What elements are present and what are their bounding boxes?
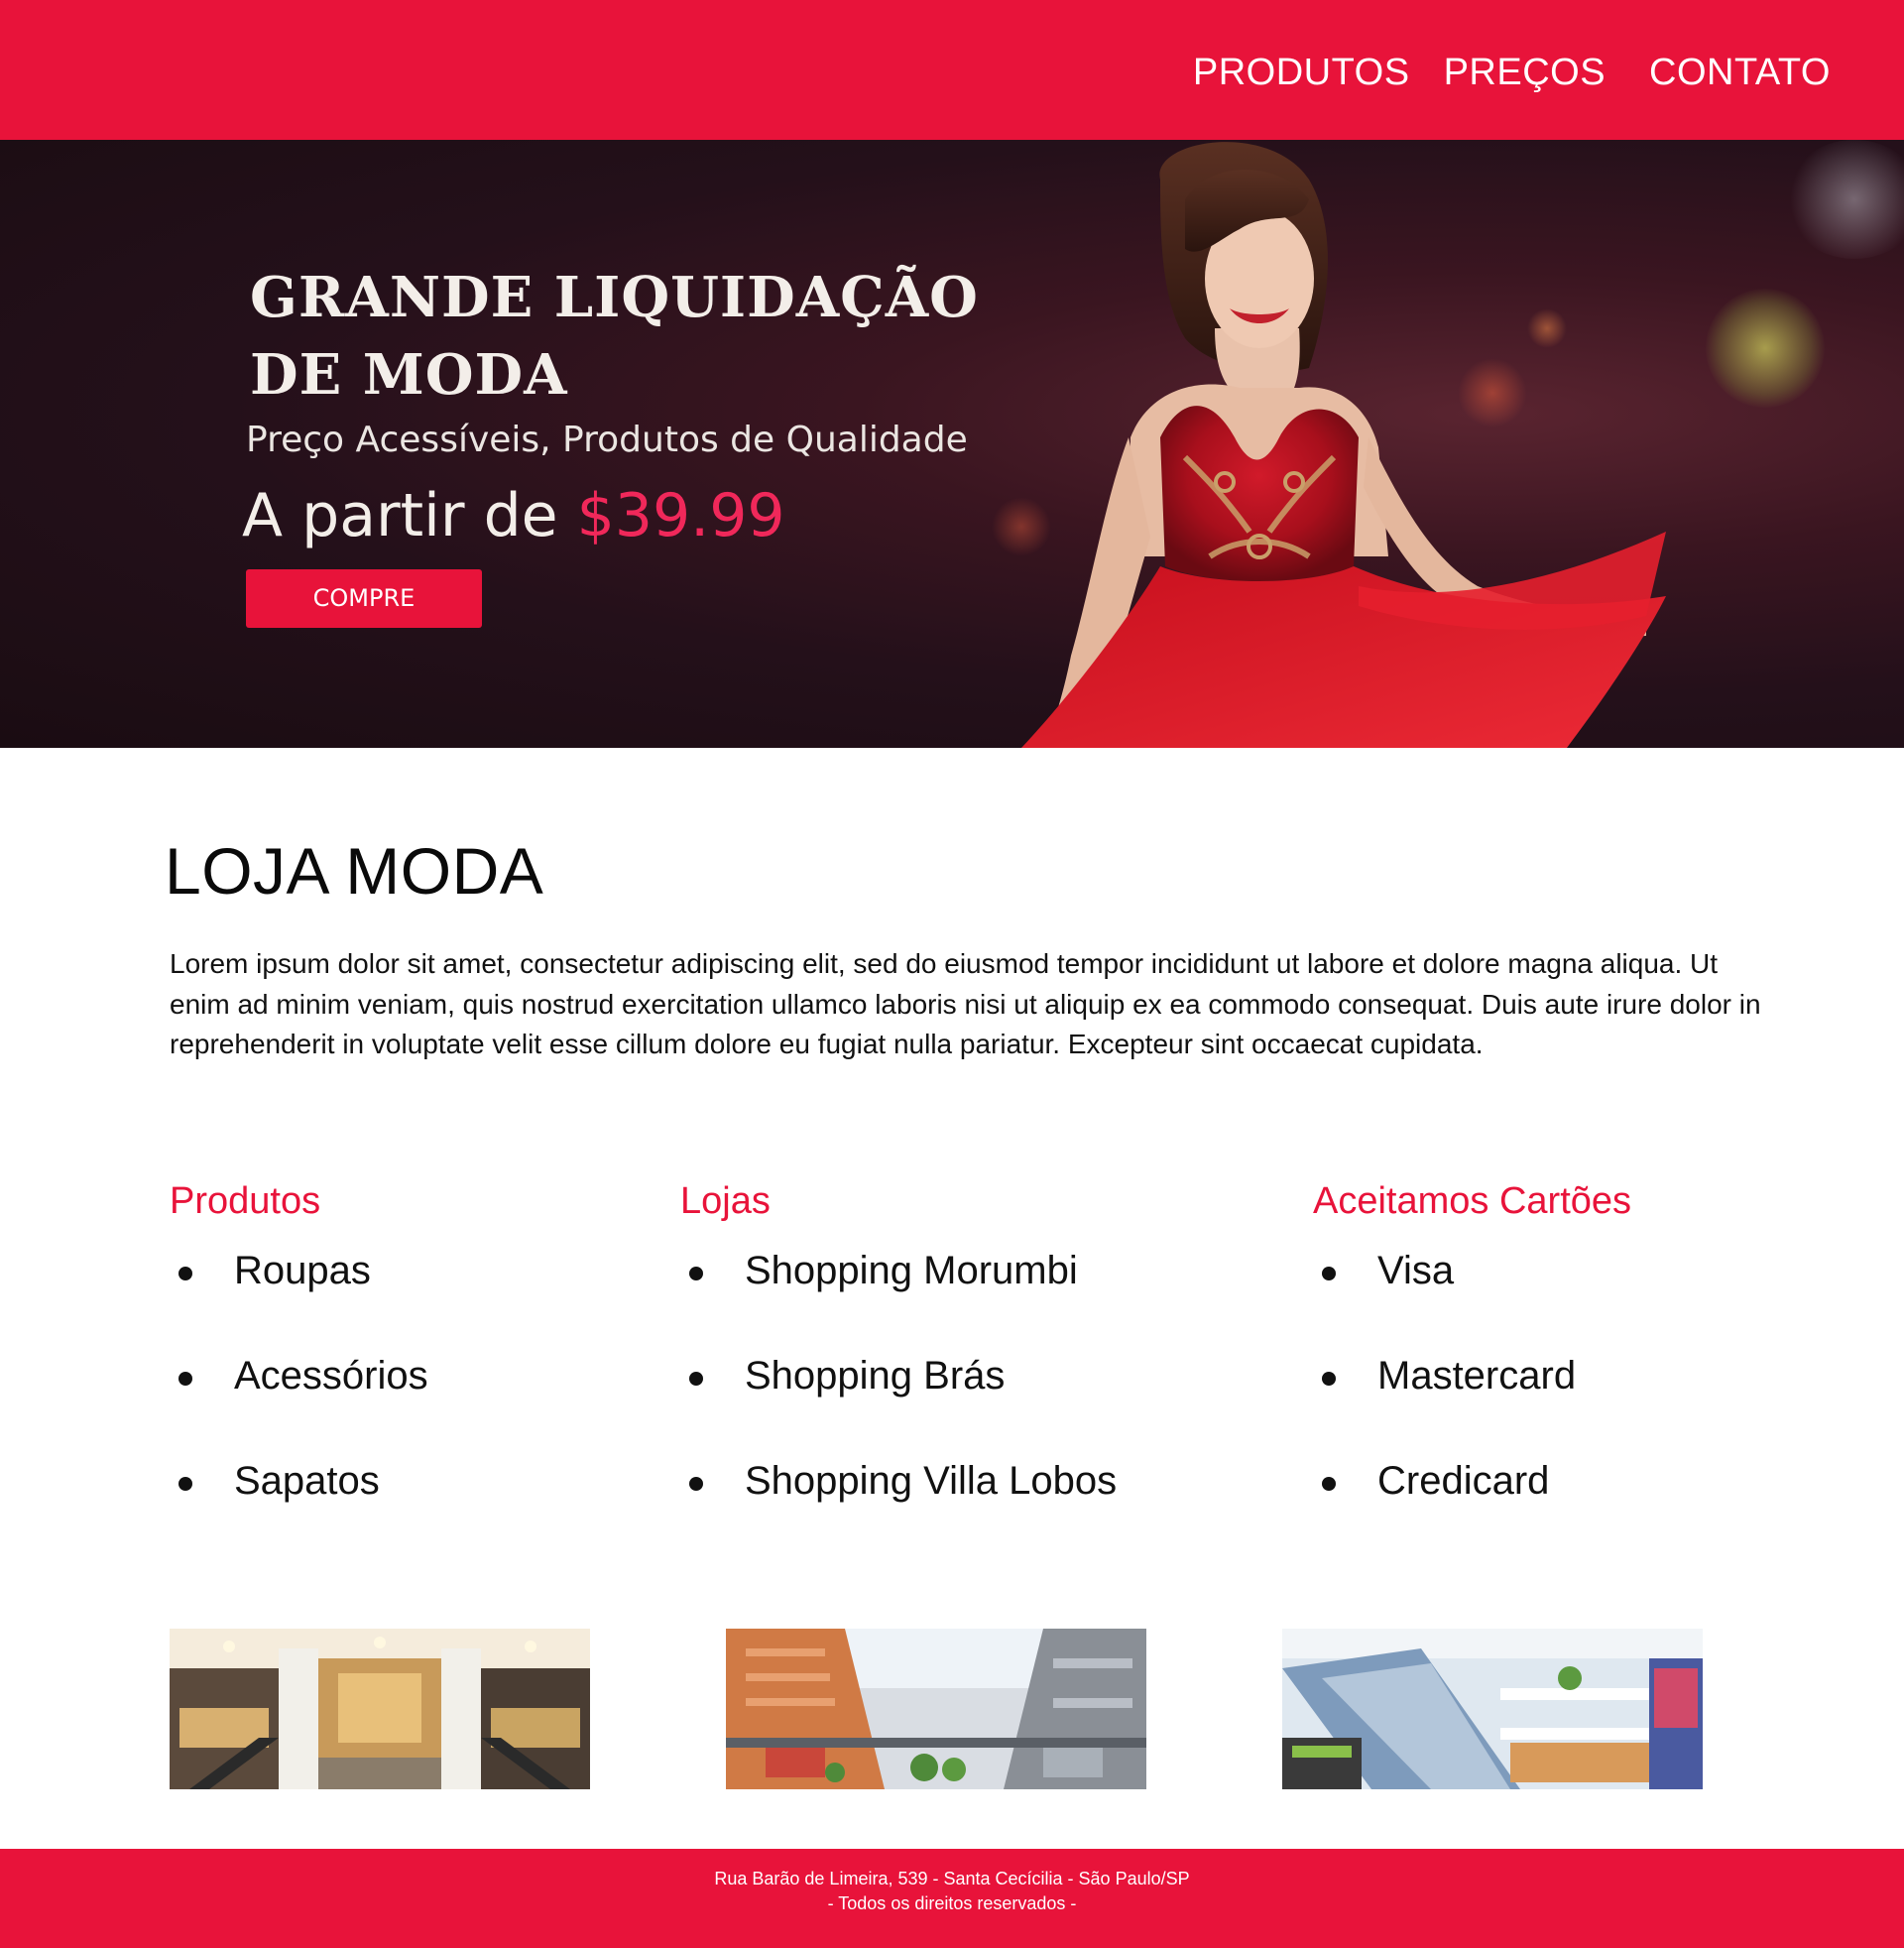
list-item: Roupas [170,1249,428,1354]
list-item: Mastercard [1313,1354,1631,1459]
hero-title-line2: DE MODA [250,342,568,408]
hero-title-line1: GRANDE LIQUIDAÇÃO [250,265,979,330]
bullet-icon [178,1477,192,1491]
bullet-icon [689,1267,703,1280]
list-item: Shopping Brás [680,1354,1117,1459]
bullet-icon [178,1372,192,1386]
stores-heading: Lojas [680,1180,771,1222]
list-item-label: Sapatos [234,1459,380,1503]
nav-link-produtos[interactable]: PRODUTOS [1193,52,1410,94]
bullet-icon [178,1267,192,1280]
list-item-label: Shopping Brás [745,1354,1006,1398]
bullet-icon [1322,1372,1336,1386]
list-item-label: Acessórios [234,1354,428,1398]
stores-column: Lojas Shopping Morumbi Shopping Brás Sho… [680,1180,1117,1564]
list-item: Shopping Morumbi [680,1249,1117,1354]
nav-link-contato[interactable]: CONTATO [1649,52,1831,94]
products-list: Roupas Acessórios Sapatos [170,1249,428,1564]
footer-rights: - Todos os direitos reservados - [827,1893,1077,1913]
bullet-icon [689,1372,703,1386]
list-item-label: Visa [1377,1249,1455,1292]
list-item-label: Shopping Villa Lobos [745,1459,1118,1503]
cards-column: Aceitamos Cartões Visa Mastercard Credic… [1313,1180,1631,1564]
stores-list: Shopping Morumbi Shopping Brás Shopping … [680,1249,1117,1564]
intro-paragraph: Lorem ipsum dolor sit amet, consectetur … [170,948,1761,1059]
mall-photo-2 [726,1629,1146,1789]
list-item: Credicard [1313,1459,1631,1564]
list-item: Shopping Villa Lobos [680,1459,1117,1564]
list-item-label: Mastercard [1377,1354,1577,1398]
bullet-icon [689,1477,703,1491]
hero-model-image [1021,142,1666,748]
list-item-label: Roupas [234,1249,371,1292]
page-title: LOJA MODA [165,834,544,908]
hero-banner: GRANDE LIQUIDAÇÃO DE MODA Preço Acessíve… [0,140,1904,748]
list-item: Acessórios [170,1354,428,1459]
buy-button[interactable]: COMPRE [246,569,482,628]
bullet-icon [1322,1477,1336,1491]
hero-price-prefix: A partir de [242,481,577,550]
nav-link-precos[interactable]: PREÇOS [1444,52,1606,94]
list-item: Sapatos [170,1459,428,1564]
products-heading: Produtos [170,1180,321,1222]
footer-address: Rua Barão de Limeira, 539 - Santa Cecíci… [714,1869,1190,1888]
hero-price-value: $39.99 [576,481,785,550]
main-nav: PRODUTOS PREÇOS CONTATO [1193,52,1831,94]
products-column: Produtos Roupas Acessórios Sapatos [170,1180,428,1564]
site-footer: Rua Barão de Limeira, 539 - Santa Cecíci… [0,1849,1904,1948]
hero-title: GRANDE LIQUIDAÇÃO DE MODA [250,259,1004,414]
site-header: PRODUTOS PREÇOS CONTATO [0,0,1904,140]
mall-photo-1 [170,1629,590,1789]
list-item-label: Shopping Morumbi [745,1249,1078,1292]
list-item: Visa [1313,1249,1631,1354]
hero-price-line: A partir de $39.99 [242,481,785,550]
list-item-label: Credicard [1377,1459,1550,1503]
bullet-icon [1322,1267,1336,1280]
hero-subtitle: Preço Acessíveis, Produtos de Qualidade [246,420,968,460]
cards-list: Visa Mastercard Credicard [1313,1249,1631,1564]
cards-heading: Aceitamos Cartões [1313,1180,1632,1222]
mall-photo-3 [1282,1629,1703,1789]
